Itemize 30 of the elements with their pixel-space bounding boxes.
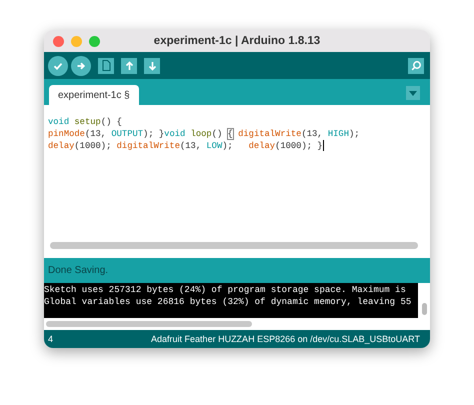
upload-button[interactable] xyxy=(71,56,91,76)
line-number: 4 xyxy=(48,334,54,344)
tab-menu-button[interactable] xyxy=(406,86,420,100)
board-info: Adafruit Feather HUZZAH ESP8266 on /dev/cu.SLAB_USBtoUART xyxy=(151,334,420,344)
arrow-right-icon xyxy=(76,60,86,70)
code-line: delay(1000); digitalWrite(13, LOW); delay(1000); } xyxy=(48,140,325,152)
console-line: Sketch uses 257312 bytes (24%) of program storage space. Maximum is xyxy=(44,284,407,296)
window-title: experiment-1c | Arduino 1.8.13 xyxy=(152,35,322,47)
save-button[interactable] xyxy=(144,58,160,74)
code-line: void setup() { xyxy=(48,116,123,128)
scrollbar[interactable] xyxy=(50,242,418,249)
scrollbar-thumb[interactable] xyxy=(422,303,426,315)
arrow-up-icon xyxy=(124,60,134,70)
serial-monitor-button[interactable] xyxy=(408,58,424,74)
sketch-tab[interactable]: experiment-1c § xyxy=(49,85,139,105)
status-message: Done Saving. xyxy=(48,265,108,276)
new-button[interactable] xyxy=(98,58,114,74)
magnifier-icon xyxy=(410,60,422,71)
code-editor[interactable]: void setup() { pinMode(13, OUTPUT); }void loop() { digitalWrite(13, HIGH); delay(1000); digitalWrite(13, LOW); delay(1000); } xyxy=(44,105,430,258)
code-line: pinMode(13, OUTPUT); }void loop() { digitalWrite(13, HIGH); xyxy=(48,128,361,140)
document-icon xyxy=(102,60,110,71)
verify-button[interactable] xyxy=(48,56,68,76)
caret-icon xyxy=(409,90,417,96)
close-button[interactable] xyxy=(53,36,64,46)
zoom-button[interactable] xyxy=(89,36,100,46)
console-line: Global variables use 26816 bytes (32%) of dynamic memory, leaving 55 xyxy=(44,296,412,308)
open-button[interactable] xyxy=(121,58,137,74)
arrow-down-icon xyxy=(148,60,156,70)
checkmark-icon xyxy=(53,60,63,70)
scrollbar-thumb[interactable] xyxy=(46,321,252,327)
